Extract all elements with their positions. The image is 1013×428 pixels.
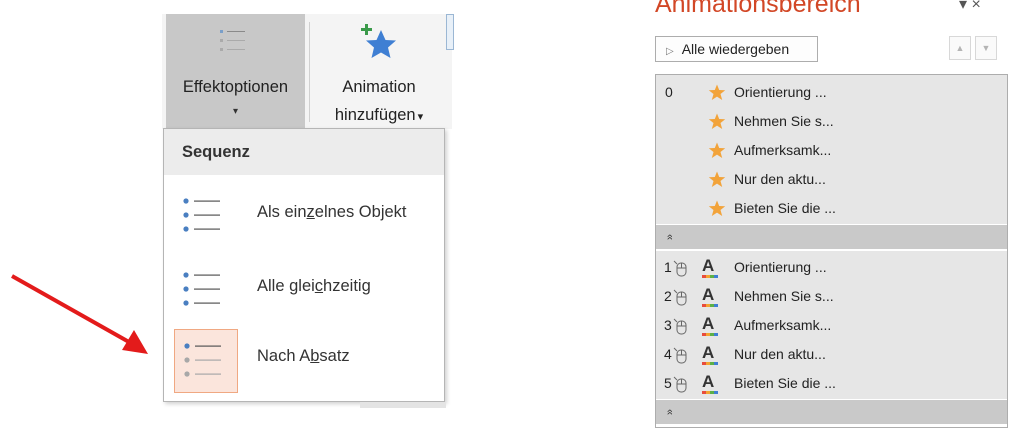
animation-group-1: 1 A Orientierung ... 2 A Nehmen Sie s...…	[656, 251, 1007, 399]
animation-label: Bieten Sie die ...	[734, 375, 836, 391]
play-all-label: Alle wiedergeben	[681, 41, 790, 57]
ribbon-animations-group: Effektoptionen ▾ Animation hinzufügen ▾	[162, 14, 454, 129]
text-effect-icon: A	[702, 256, 715, 275]
collapse-chevron-icon: »	[664, 233, 677, 241]
star-icon	[708, 113, 726, 130]
menu-item-as-one-object[interactable]: Als einzelnes Objekt	[164, 177, 444, 247]
add-animation-label-line2: hinzufügen ▾	[312, 106, 446, 125]
text-effect-icon: A	[702, 285, 715, 304]
play-all-button[interactable]: ▷ Alle wiedergeben	[655, 36, 818, 62]
animation-label: Nur den aktu...	[734, 171, 826, 187]
text-effect-icon: A	[702, 314, 715, 333]
animation-label: Bieten Sie die ...	[734, 200, 836, 216]
mouse-click-icon	[673, 346, 687, 364]
star-icon	[708, 84, 726, 101]
menu-item-by-paragraph[interactable]: Nach Absatz	[164, 321, 444, 393]
click-number: 3	[664, 317, 672, 333]
slide-edge	[360, 402, 446, 408]
mouse-click-icon	[673, 288, 687, 306]
click-number: 1	[664, 259, 672, 275]
menu-section-header: Sequenz	[164, 129, 444, 175]
menu-item-label: Nach Absatz	[257, 347, 350, 365]
star-icon	[708, 142, 726, 159]
mouse-click-icon	[673, 375, 687, 393]
move-down-button[interactable]: ▼	[975, 36, 997, 60]
click-number: 4	[664, 346, 672, 362]
animation-group-0: 0 Orientierung ... Nehmen Sie s... Aufme…	[656, 75, 1007, 224]
animation-row[interactable]: 0 Orientierung ...	[656, 78, 1007, 107]
animation-label: Orientierung ...	[734, 259, 827, 275]
pane-title: Animationsbereich	[655, 0, 861, 18]
animation-row[interactable]: 4 A Nur den aktu...	[656, 340, 1007, 369]
animation-row[interactable]: 5 A Bieten Sie die ...	[656, 369, 1007, 398]
add-animation-button[interactable]: Animation hinzufügen ▾	[312, 14, 450, 129]
menu-item-all-at-once[interactable]: Alle gleichzeitig	[164, 251, 444, 321]
animation-label: Nehmen Sie s...	[734, 288, 834, 304]
animation-label: Orientierung ...	[734, 84, 827, 100]
click-number: 2	[664, 288, 672, 304]
animation-row[interactable]: Nehmen Sie s...	[656, 107, 1007, 136]
text-effect-underline	[702, 304, 718, 307]
animation-row[interactable]: 3 A Aufmerksamk...	[656, 311, 1007, 340]
text-effect-icon: A	[702, 372, 715, 391]
collapse-group-bar[interactable]: »	[656, 225, 1007, 249]
move-up-button[interactable]: ▲	[949, 36, 971, 60]
animation-row[interactable]: Aufmerksamk...	[656, 136, 1007, 165]
collapse-chevron-icon: »	[664, 408, 677, 416]
text-effect-underline	[702, 362, 718, 365]
animation-row[interactable]: Bieten Sie die ...	[656, 194, 1007, 223]
animation-label: Nehmen Sie s...	[734, 113, 834, 129]
collapse-group-bar[interactable]: »	[656, 400, 1007, 424]
animation-label: Aufmerksamk...	[734, 317, 832, 333]
sequence-dropdown-menu: Sequenz Als einzelnes Objekt Alle gleich…	[163, 128, 445, 402]
add-animation-label-text: hinzufügen	[334, 106, 416, 124]
add-animation-label-line1: Animation	[342, 78, 416, 96]
text-effect-underline	[702, 333, 718, 336]
red-arrow-pointer	[11, 274, 148, 354]
animation-pane: Animationsbereich ▾ × ▷ Alle wiedergeben …	[629, 0, 1013, 428]
animation-row[interactable]: 2 A Nehmen Sie s...	[656, 282, 1007, 311]
text-effect-underline	[702, 275, 718, 278]
mouse-click-icon	[673, 259, 687, 277]
truncated-ribbon-control	[446, 14, 454, 50]
text-effect-icon: A	[702, 343, 715, 362]
ribbon-separator	[309, 22, 310, 122]
text-effect-underline	[702, 391, 718, 394]
animation-row[interactable]: 1 A Orientierung ...	[656, 253, 1007, 282]
animation-label: Aufmerksamk...	[734, 142, 832, 158]
mouse-click-icon	[673, 317, 687, 335]
star-icon	[708, 200, 726, 217]
menu-item-label: Als einzelnes Objekt	[257, 203, 407, 221]
chevron-down-icon: ▾	[417, 111, 424, 123]
star-icon	[708, 171, 726, 188]
add-star-icon	[357, 22, 401, 64]
animation-list: 0 Orientierung ... Nehmen Sie s... Aufme…	[655, 74, 1008, 428]
trigger-number: 0	[665, 84, 673, 100]
pane-window-controls[interactable]: ▾ ×	[959, 0, 981, 14]
bullet-list-icon	[216, 24, 250, 58]
animation-label: Nur den aktu...	[734, 346, 826, 362]
click-number: 5	[664, 375, 672, 391]
menu-item-label: Alle gleichzeitig	[257, 277, 371, 295]
animation-row[interactable]: Nur den aktu...	[656, 165, 1007, 194]
play-icon: ▷	[666, 46, 674, 57]
